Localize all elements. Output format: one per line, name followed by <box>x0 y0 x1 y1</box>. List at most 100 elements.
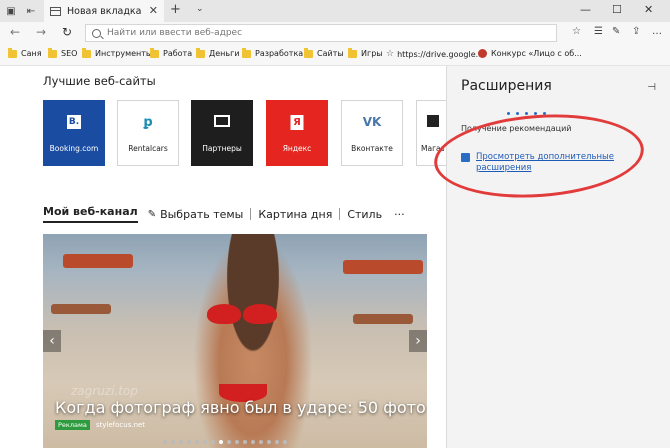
notes-pen-icon[interactable]: ✎ <box>612 26 620 37</box>
carousel-dot[interactable] <box>187 440 191 444</box>
tab-new-tab[interactable]: Новая вкладка ✕ <box>44 0 164 22</box>
top-site-tile-vkontakte[interactable]: VK Вконтакте <box>341 100 403 166</box>
top-site-tile-partners[interactable]: Партнеры <box>191 100 253 166</box>
tile-label: Яндекс <box>282 144 312 153</box>
favorite-folder[interactable]: Саня <box>8 47 42 58</box>
favorite-folder[interactable]: SEO <box>48 47 78 58</box>
favorite-label: https://drive.google.c <box>397 49 483 59</box>
hero-carousel[interactable]: ‹ › zagruzi.top Когда фотограф явно был … <box>43 234 427 448</box>
tab-title: Новая вкладка <box>67 5 142 17</box>
tab-actions-icon[interactable]: ▣ <box>4 4 18 18</box>
carousel-dot[interactable] <box>203 440 207 444</box>
close-button[interactable]: ✕ <box>644 3 653 16</box>
carousel-dot[interactable] <box>219 440 223 444</box>
shop-logo-icon <box>427 115 439 127</box>
rentalcars-logo-icon: ꝑ <box>143 115 153 130</box>
pin-panel-icon[interactable]: ⊣ <box>647 82 656 93</box>
new-tab-button[interactable]: + <box>170 2 181 17</box>
folder-icon <box>8 47 17 58</box>
divider <box>339 208 341 220</box>
favorite-folder[interactable]: Игры <box>348 47 383 58</box>
store-bag-icon <box>461 153 470 162</box>
title-bar: ▣ ⇤ Новая вкладка ✕ + ⌄ — ☐ ✕ <box>0 0 670 22</box>
carousel-dot[interactable] <box>267 440 271 444</box>
carousel-dot[interactable] <box>171 440 175 444</box>
yandex-logo-icon: Я <box>290 115 304 130</box>
watermark-text: zagruzi.top <box>71 384 138 398</box>
carousel-dot[interactable] <box>235 440 239 444</box>
favorite-site[interactable]: Конкурс «Лицо с об... <box>478 49 582 58</box>
tile-label: Rentalcars <box>128 144 168 153</box>
favorite-label: SEO <box>61 49 78 58</box>
folder-icon <box>196 47 205 58</box>
carousel-prev-button[interactable]: ‹ <box>43 330 61 352</box>
tab-my-feed[interactable]: Мой веб-канал <box>43 205 138 223</box>
new-tab-page: Лучшие веб-сайты B. Booking.com ꝑ Rental… <box>0 66 446 448</box>
beach-lounger-shape <box>51 304 111 314</box>
photo-detail <box>243 304 277 324</box>
address-input[interactable] <box>107 28 507 38</box>
set-aside-tabs-icon[interactable]: ⇤ <box>24 4 38 18</box>
carousel-dot[interactable] <box>211 440 215 444</box>
feed-more-icon[interactable]: ··· <box>394 208 405 221</box>
folder-icon <box>348 47 357 58</box>
tab-style[interactable]: Стиль <box>347 208 382 221</box>
top-site-tile-yandex[interactable]: Я Яндекс <box>266 100 328 166</box>
ad-badge: Реклама <box>55 420 90 430</box>
ad-info: Реклама stylefocus.net <box>55 420 145 430</box>
site-favicon-icon <box>478 49 487 58</box>
favorite-link[interactable]: ☆ https://drive.google.c <box>386 49 483 59</box>
carousel-dot[interactable] <box>227 440 231 444</box>
carousel-dot[interactable] <box>195 440 199 444</box>
tab-picture-of-day[interactable]: Картина дня <box>258 208 332 221</box>
hero-caption[interactable]: Когда фотограф явно был в ударе: 50 фото <box>55 398 426 417</box>
ad-source[interactable]: stylefocus.net <box>96 421 145 429</box>
favorite-label: Игры <box>361 49 383 58</box>
carousel-next-button[interactable]: › <box>409 330 427 352</box>
umbrella-shape <box>63 254 133 268</box>
carousel-dot[interactable] <box>251 440 255 444</box>
folder-icon <box>82 47 91 58</box>
favorite-label: Работа <box>163 49 193 58</box>
tile-label: Вконтакте <box>351 144 393 153</box>
tile-label: Магаз <box>421 144 445 153</box>
store-link-text[interactable]: Просмотреть дополнительные расширения <box>476 152 626 174</box>
favorite-folder[interactable]: Инструменты <box>82 47 152 58</box>
maximize-button[interactable]: ☐ <box>612 3 622 16</box>
address-box[interactable] <box>85 24 557 42</box>
carousel-dot[interactable] <box>179 440 183 444</box>
tile-label: Партнеры <box>202 144 242 153</box>
pick-topics-link[interactable]: Выбрать темы <box>160 208 243 221</box>
favorite-folder[interactable]: Сайты <box>304 47 344 58</box>
favorite-label: Сайты <box>317 49 344 58</box>
divider <box>250 208 252 220</box>
carousel-dot[interactable] <box>283 440 287 444</box>
favorite-folder[interactable]: Деньги <box>196 47 240 58</box>
share-icon[interactable]: ⇪ <box>632 26 640 37</box>
carousel-dot[interactable] <box>163 440 167 444</box>
tab-favicon-icon <box>50 6 61 16</box>
star-icon: ☆ <box>386 49 395 59</box>
favorite-folder[interactable]: Разработка <box>242 47 303 58</box>
carousel-dot[interactable] <box>259 440 263 444</box>
tab-preview-chevron-icon[interactable]: ⌄ <box>196 4 204 14</box>
minimize-button[interactable]: — <box>580 3 591 16</box>
top-sites-heading: Лучшие веб-сайты <box>43 74 156 88</box>
carousel-dot[interactable] <box>275 440 279 444</box>
more-menu-icon[interactable]: … <box>652 26 662 37</box>
favorite-label: Деньги <box>209 49 240 58</box>
refresh-icon[interactable]: ↻ <box>62 25 72 39</box>
store-extensions-link[interactable]: Просмотреть дополнительные расширения <box>461 152 626 174</box>
top-site-tile-rentalcars[interactable]: ꝑ Rentalcars <box>117 100 179 166</box>
carousel-dot[interactable] <box>243 440 247 444</box>
favorite-folder[interactable]: Работа <box>150 47 193 58</box>
top-site-tile-shop[interactable]: Магаз <box>416 100 446 166</box>
forward-arrow-icon[interactable]: → <box>36 25 46 39</box>
top-site-tile-booking[interactable]: B. Booking.com <box>43 100 105 166</box>
tab-close-icon[interactable]: ✕ <box>149 4 158 17</box>
hub-icon[interactable]: ☰ <box>594 26 603 37</box>
favorites-star-icon[interactable]: ☆ <box>572 26 581 37</box>
back-arrow-icon[interactable]: ← <box>10 25 20 39</box>
address-bar-row: ← → ↻ ☆ ☰ ✎ ⇪ … <box>0 22 670 44</box>
favorites-bar: Саня SEO Инструменты Работа Деньги Разра… <box>0 44 670 66</box>
